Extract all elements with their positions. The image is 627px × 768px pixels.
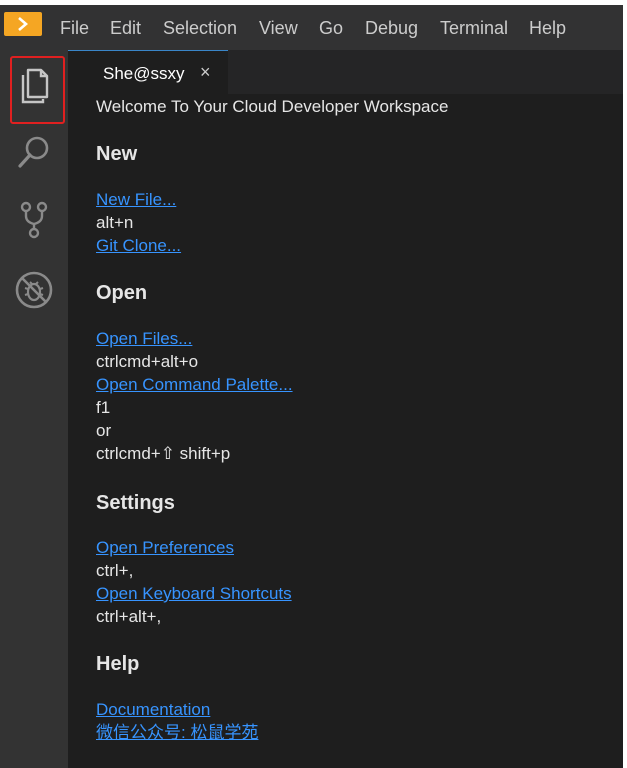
heading-help: Help (96, 653, 140, 675)
files-icon-highlight (10, 56, 65, 124)
tab-welcome[interactable]: She@ssxy × (68, 50, 228, 94)
heading-open: Open (96, 282, 148, 304)
keyboard-shortcuts-keybinding: ctrl+alt+, (96, 607, 162, 626)
app-logo-icon[interactable] (4, 12, 42, 36)
app-window: File Edit Selection View Go Debug Termin… (0, 0, 627, 768)
menu-go[interactable]: Go (319, 17, 343, 39)
documentation-link[interactable]: Documentation (96, 699, 210, 721)
open-files-link[interactable]: Open Files... (96, 328, 192, 350)
activity-bar (0, 50, 68, 768)
menu-view[interactable]: View (259, 17, 298, 39)
menu-terminal[interactable]: Terminal (440, 17, 508, 39)
heading-new: New (96, 143, 138, 165)
menu-file[interactable]: File (60, 17, 89, 39)
keyboard-shortcuts-link[interactable]: Open Keyboard Shortcuts (96, 583, 292, 605)
menu-help[interactable]: Help (529, 17, 566, 39)
menu-bar: File Edit Selection View Go Debug Termin… (0, 5, 623, 50)
tab-label: She@ssxy (103, 64, 185, 83)
menu-edit[interactable]: Edit (110, 17, 141, 39)
wechat-link[interactable]: 微信公众号: 松鼠学苑 (96, 722, 258, 744)
new-file-keybinding: alt+n (96, 213, 134, 232)
new-file-link[interactable]: New File... (96, 189, 176, 211)
heading-settings: Settings (96, 492, 175, 514)
close-icon[interactable]: × (200, 62, 211, 82)
welcome-title: Welcome To Your Cloud Developer Workspac… (96, 97, 449, 116)
command-palette-link[interactable]: Open Command Palette... (96, 374, 293, 396)
debug-icon[interactable] (14, 270, 54, 310)
preferences-keybinding: ctrl+, (96, 561, 134, 580)
command-palette-keybinding-1: f1 (96, 398, 111, 417)
menu-debug[interactable]: Debug (365, 17, 418, 39)
open-preferences-link[interactable]: Open Preferences (96, 537, 234, 559)
open-files-keybinding: ctrlcmd+alt+o (96, 352, 199, 371)
menu-selection[interactable]: Selection (163, 17, 237, 39)
search-icon[interactable] (14, 132, 54, 172)
welcome-page: Welcome To Your Cloud Developer Workspac… (68, 94, 623, 768)
source-control-icon[interactable] (14, 200, 54, 240)
tab-strip: She@ssxy × (68, 50, 623, 94)
chevron-right-icon (18, 17, 28, 31)
git-clone-link[interactable]: Git Clone... (96, 235, 181, 257)
command-palette-keybinding-2: ctrlcmd+⇧ shift+p (96, 444, 231, 463)
right-border (623, 0, 627, 768)
keybinding-or: or (96, 421, 112, 440)
